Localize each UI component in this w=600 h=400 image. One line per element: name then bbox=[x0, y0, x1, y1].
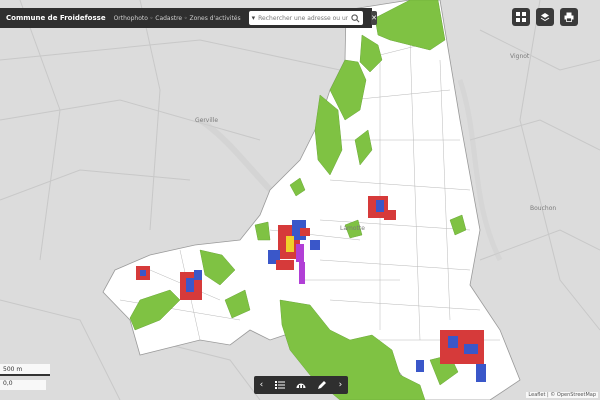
scale-bar: 500 m bbox=[0, 364, 50, 376]
layers-icon bbox=[540, 13, 550, 22]
next-button[interactable]: › bbox=[339, 380, 343, 390]
globe-icon bbox=[296, 383, 306, 388]
search-icon[interactable] bbox=[351, 13, 360, 23]
coordinates-readout: 0,0 bbox=[0, 380, 46, 390]
map-canvas[interactable]: Vignot Gerville Lamotte Bouchon bbox=[0, 0, 600, 400]
place-label: Lamotte bbox=[340, 225, 365, 232]
search-box[interactable]: ▾ bbox=[248, 11, 364, 25]
print-button[interactable] bbox=[560, 8, 578, 26]
draw-button[interactable] bbox=[317, 380, 327, 390]
list-icon bbox=[274, 381, 285, 389]
app-title: Commune de Froidefosse bbox=[6, 14, 106, 22]
grid-icon bbox=[516, 12, 526, 22]
map-attribution[interactable]: Leaflet | © OpenStreetMap bbox=[526, 392, 598, 398]
list-button[interactable] bbox=[274, 380, 285, 390]
basemap-button[interactable] bbox=[296, 380, 306, 390]
app-subtitle: Orthophoto ◦ Cadastre ◦ Zones d'activité… bbox=[113, 14, 241, 22]
chevron-down-icon[interactable]: ▾ bbox=[252, 14, 256, 22]
prev-button[interactable]: ‹ bbox=[260, 380, 264, 390]
header-bar: Commune de Froidefosse Orthophoto ◦ Cada… bbox=[0, 8, 378, 28]
print-icon bbox=[564, 12, 574, 22]
pencil-icon bbox=[318, 381, 327, 389]
layers-button[interactable] bbox=[536, 8, 554, 26]
search-input[interactable] bbox=[258, 14, 349, 22]
place-label: Vignot bbox=[510, 53, 530, 60]
close-button[interactable]: ✕ bbox=[371, 11, 378, 25]
grid-button[interactable] bbox=[512, 8, 530, 26]
place-label: Gerville bbox=[195, 117, 218, 124]
bottom-toolbar: ‹ › bbox=[254, 376, 348, 394]
place-label: Bouchon bbox=[530, 205, 556, 212]
